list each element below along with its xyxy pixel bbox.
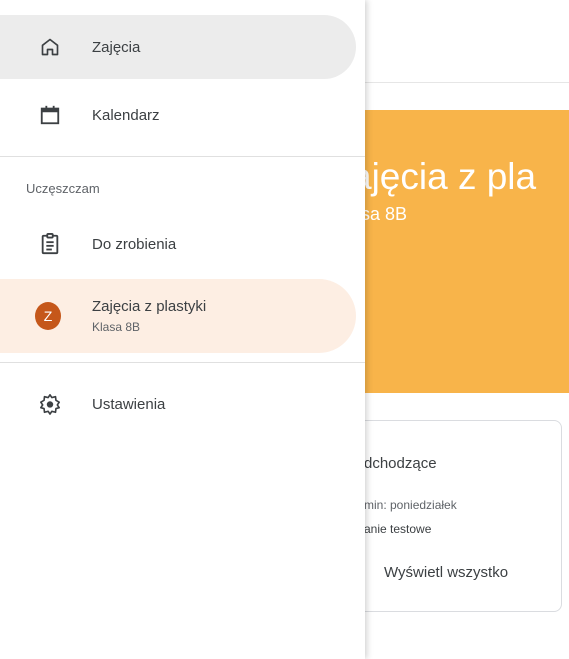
avatar: Z (35, 302, 61, 330)
upcoming-title: dchodzące (364, 455, 437, 472)
home-icon (37, 34, 63, 60)
drawer-divider (0, 362, 365, 363)
nav-item-label: Kalendarz (92, 106, 160, 124)
nav-item-label: Zajęcia z plastyki (92, 298, 207, 315)
assignment-icon (37, 231, 63, 257)
navigation-drawer: Zajęcia Kalendarz Uczęszczam Do zrobieni… (0, 0, 365, 659)
nav-item-settings[interactable]: Ustawienia (0, 372, 356, 436)
section-heading-enrolled: Uczęszczam (26, 181, 100, 196)
upcoming-item[interactable]: anie testowe (364, 522, 431, 536)
upcoming-due: min: poniedziałek (364, 498, 457, 512)
calendar-icon (37, 102, 63, 128)
class-avatar: Z (35, 302, 61, 330)
nav-item-todo[interactable]: Do zrobienia (0, 212, 356, 276)
view-all-button[interactable]: Wyświetl wszystko (384, 564, 508, 581)
nav-item-label: Do zrobienia (92, 235, 177, 253)
nav-item-calendar[interactable]: Kalendarz (0, 83, 356, 147)
nav-item-art-class[interactable]: Z Zajęcia z plastyki Klasa 8B (0, 279, 356, 353)
banner-title: ajęcia z pla (351, 156, 537, 197)
nav-item-classes[interactable]: Zajęcia (0, 15, 356, 79)
drawer-divider (0, 156, 365, 157)
nav-item-label: Ustawienia (92, 395, 166, 413)
gear-icon (37, 391, 63, 417)
nav-item-label: Zajęcia (92, 38, 141, 56)
nav-item-sublabel: Klasa 8B (92, 320, 141, 334)
